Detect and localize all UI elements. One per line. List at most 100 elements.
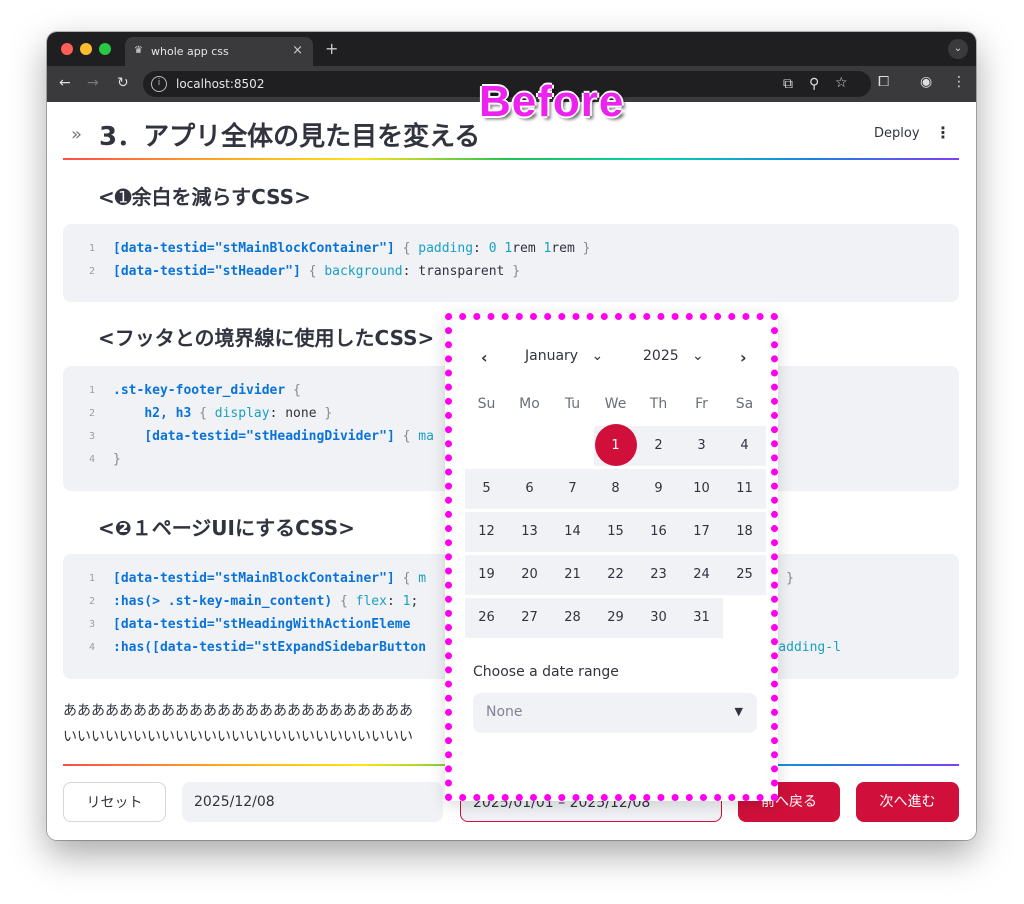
before-annotation: Before <box>479 77 625 126</box>
calendar-day[interactable]: 4 <box>723 426 766 466</box>
calendar-day[interactable]: 21 <box>551 555 594 595</box>
line-number: 2 <box>89 266 96 277</box>
calendar-day[interactable]: 23 <box>637 555 680 595</box>
month-value: January <box>525 348 579 364</box>
calendar-day[interactable]: 15 <box>594 512 637 552</box>
calendar-day[interactable]: 18 <box>723 512 766 552</box>
calendar-day[interactable]: 11 <box>723 469 766 509</box>
extensions-puzzle-icon[interactable]: ⧠ <box>878 74 889 90</box>
calendar-day[interactable]: 5 <box>465 469 508 509</box>
expand-sidebar-icon[interactable]: » <box>71 124 82 145</box>
weekday-label: Tu <box>564 396 581 412</box>
close-window-button[interactable] <box>61 43 73 55</box>
paragraph-line-2: いいいいいいいいいいいいいいいいいいいいいいいいい <box>63 729 413 745</box>
year-select[interactable]: 2025 ⌄ <box>643 348 704 364</box>
next-month-icon[interactable]: › <box>740 348 747 367</box>
page-title: 3．アプリ全体の見た目を変える <box>99 122 481 152</box>
date-picker-popover: ‹ January ⌄ 2025 ⌄ › Su Mo Tu We Th Fr Sa 1234… <box>445 313 778 801</box>
calendar-day[interactable]: 25 <box>723 555 766 595</box>
paragraph-line-1: あああああああああああああああああああああああああ <box>63 703 413 719</box>
code-text: :has(> .st-key-main_content) { flex: 1; <box>113 594 419 609</box>
weekday-label: Su <box>477 396 496 412</box>
calendar-day[interactable]: 24 <box>680 555 723 595</box>
streamlit-favicon-icon: ♛ <box>134 45 143 56</box>
calendar-day[interactable]: 28 <box>551 598 594 638</box>
weekday-label: Th <box>649 396 668 412</box>
date-input[interactable]: 2025/12/08 <box>182 782 443 822</box>
zoom-window-button[interactable] <box>99 43 111 55</box>
calendar-day[interactable]: 3 <box>680 426 723 466</box>
line-number: 1 <box>89 573 96 584</box>
deploy-button[interactable]: Deploy <box>874 126 920 141</box>
line-number: 1 <box>89 385 96 396</box>
calendar-day[interactable]: 9 <box>637 469 680 509</box>
weekday-label: Fr <box>695 396 708 412</box>
calendar-day[interactable]: 27 <box>508 598 551 638</box>
weekday-label: Sa <box>735 396 754 412</box>
range-select[interactable]: None ▼ <box>473 693 757 733</box>
code-text: [data-testid="stHeadingDivider"] { ma <box>144 429 434 444</box>
bookmark-star-icon[interactable]: ☆ <box>835 75 848 91</box>
close-tab-icon[interactable]: × <box>292 43 303 58</box>
title-divider <box>63 158 959 160</box>
calendar-day[interactable]: 14 <box>551 512 594 552</box>
streamlit-app: » 3．アプリ全体の見た目を変える Deploy ⋮ <➊余白を減らすCSS> … <box>47 102 976 840</box>
code-text: [data-testid="stHeadingWithActionEleme <box>113 617 411 632</box>
back-arrow-icon[interactable]: ← <box>59 75 71 91</box>
code-text: .st-key-footer_divider { <box>113 383 301 398</box>
new-tab-icon[interactable]: + <box>325 39 338 58</box>
zoom-icon[interactable]: ⚲ <box>809 76 819 92</box>
line-number: 3 <box>89 619 96 630</box>
calendar-day[interactable]: 1 <box>594 424 637 466</box>
calendar-day[interactable]: 20 <box>508 555 551 595</box>
code-text: [data-testid="stHeader"] { background: t… <box>113 264 521 279</box>
forward-arrow-icon[interactable]: → <box>87 75 99 91</box>
browser-tab[interactable]: ♛ whole app css × <box>125 37 313 66</box>
calendar-day[interactable]: 10 <box>680 469 723 509</box>
calendar-day[interactable]: 29 <box>594 598 637 638</box>
line-number: 4 <box>89 642 96 653</box>
calendar-day[interactable]: 31 <box>680 598 723 638</box>
calendar-day[interactable]: 17 <box>680 512 723 552</box>
next-button[interactable]: 次へ進む <box>856 782 959 822</box>
calendar-day[interactable]: 26 <box>465 598 508 638</box>
reload-icon[interactable]: ↻ <box>117 75 129 91</box>
reset-button[interactable]: リセット <box>63 782 166 822</box>
prev-month-icon[interactable]: ‹ <box>481 348 488 367</box>
calendar-day[interactable]: 13 <box>508 512 551 552</box>
section-heading-3: <❷１ページUIにするCSS> <box>98 516 355 540</box>
site-info-icon[interactable]: i <box>151 76 167 92</box>
calendar-day[interactable]: 6 <box>508 469 551 509</box>
browser-window: ♛ whole app css × + ⌄ ← → ↻ i localhost:… <box>47 32 976 840</box>
section-heading-1: <➊余白を減らすCSS> <box>98 185 311 209</box>
line-number: 2 <box>89 596 96 607</box>
calendar-day[interactable]: 7 <box>551 469 594 509</box>
section-heading-2: <フッタとの境界線に使用したCSS> <box>98 326 435 350</box>
calendar-day[interactable]: 8 <box>594 469 637 509</box>
minimize-window-button[interactable] <box>80 43 92 55</box>
calendar-day[interactable]: 22 <box>594 555 637 595</box>
title-bar: ♛ whole app css × + ⌄ <box>47 32 976 66</box>
translate-icon[interactable]: ⧉ <box>783 76 793 92</box>
main-menu-icon[interactable]: ⋮ <box>935 123 951 142</box>
range-select-value: None <box>486 704 523 720</box>
code-block-1: 1 [data-testid="stMainBlockContainer"] { … <box>63 224 959 302</box>
profile-icon[interactable]: ◉ <box>920 74 932 90</box>
code-text: } <box>113 452 121 467</box>
calendar-day[interactable]: 19 <box>465 555 508 595</box>
calendar-day[interactable]: 2 <box>637 426 680 466</box>
browser-menu-icon[interactable]: ⋮ <box>952 74 966 90</box>
tab-search-icon[interactable]: ⌄ <box>948 39 968 59</box>
calendar-day[interactable]: 30 <box>637 598 680 638</box>
line-number: 4 <box>89 454 96 465</box>
calendar-day[interactable]: 12 <box>465 512 508 552</box>
chevron-down-icon: ⌄ <box>692 348 704 364</box>
code-text: h2, h3 { display: none } <box>144 406 333 421</box>
year-value: 2025 <box>643 348 679 364</box>
line-number: 3 <box>89 431 96 442</box>
calendar-day[interactable]: 16 <box>637 512 680 552</box>
url-text: localhost:8502 <box>176 77 265 91</box>
weekday-label: We <box>604 396 627 412</box>
month-select[interactable]: January ⌄ <box>525 348 603 364</box>
code-text: [data-testid="stMainBlockContainer"] { p… <box>113 241 591 256</box>
